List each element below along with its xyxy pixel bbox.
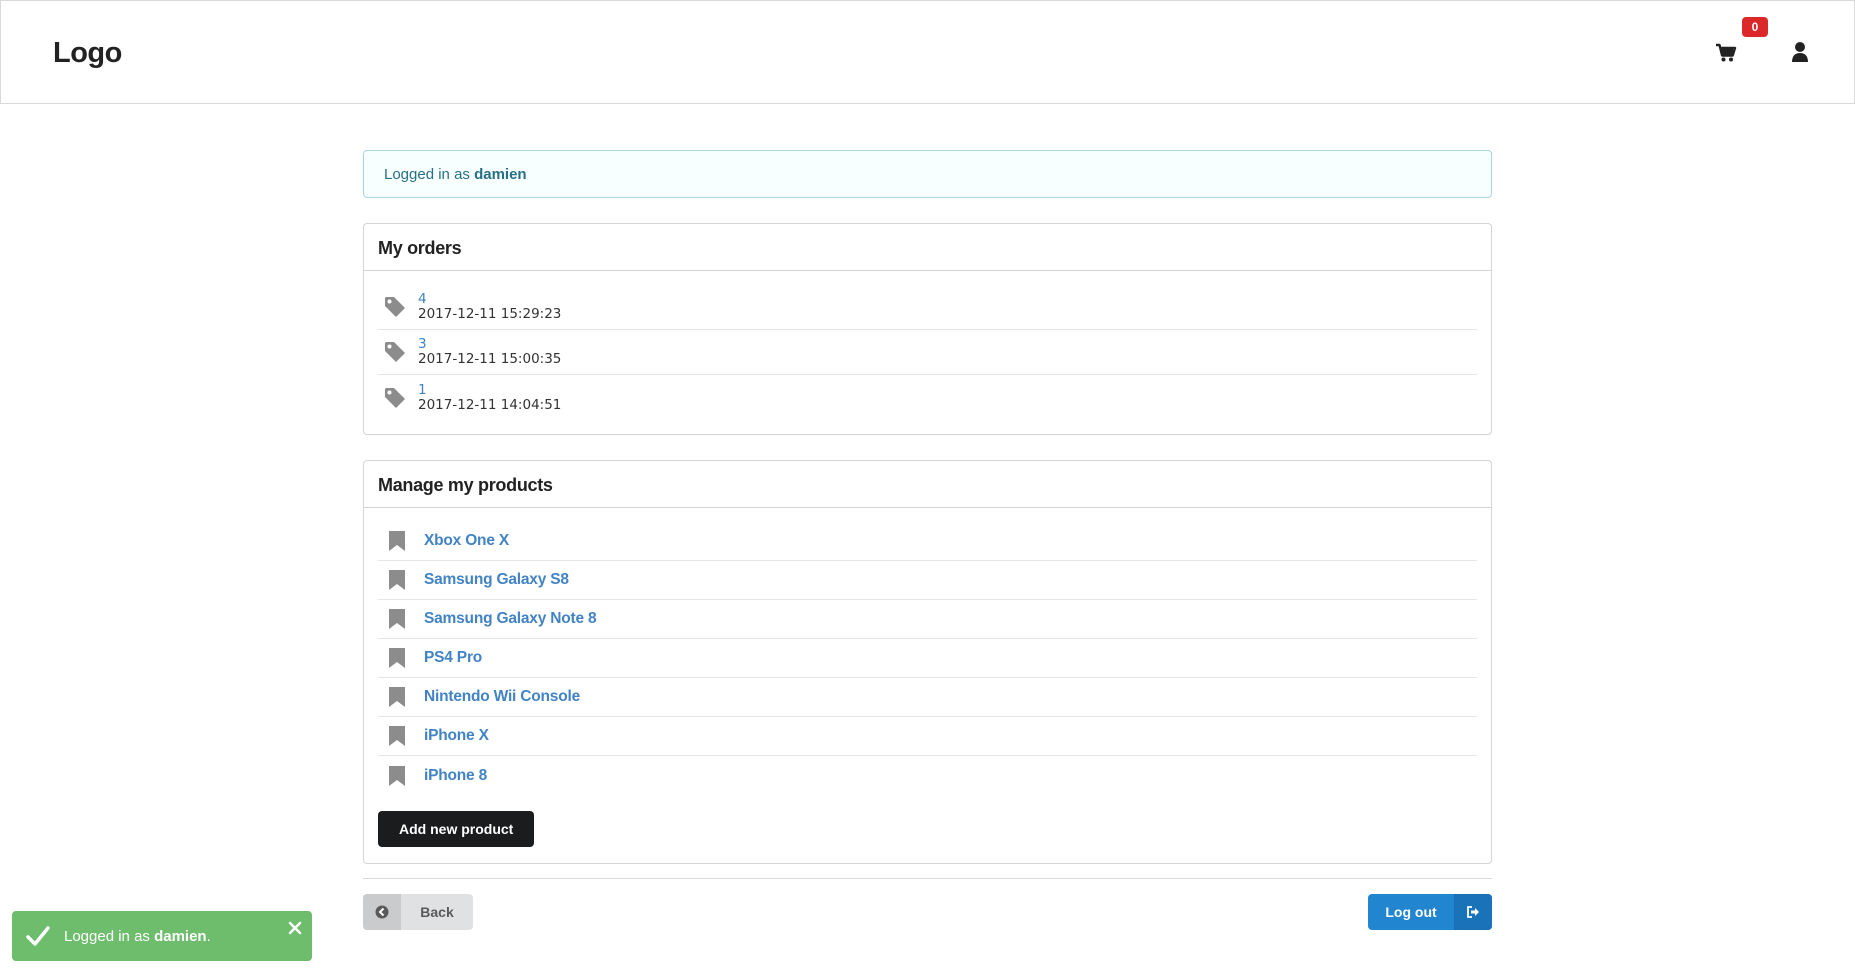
bookmark-icon [389, 765, 405, 786]
product-row: iPhone 8 [378, 756, 1477, 795]
add-product-button[interactable]: Add new product [378, 811, 535, 847]
back-button[interactable]: Back [363, 894, 473, 930]
products-card: Manage my products Xbox One X Samsung Ga… [363, 460, 1492, 864]
products-title: Manage my products [364, 461, 1491, 508]
order-link[interactable]: 4 [418, 292, 561, 307]
footer-actions: Back Log out [363, 894, 1492, 930]
logged-in-prefix: Logged in as [384, 166, 470, 183]
order-row: 3 2017-12-11 15:00:35 [378, 330, 1477, 375]
product-link[interactable]: PS4 Pro [424, 649, 482, 667]
product-link[interactable]: Samsung Galaxy Note 8 [424, 610, 597, 628]
product-link[interactable]: iPhone X [424, 727, 489, 745]
toast-message: Logged in as damien. [64, 928, 211, 945]
arrow-left-circle-icon [375, 905, 389, 919]
bookmark-icon [389, 648, 405, 668]
logout-button[interactable]: Log out [1368, 894, 1492, 930]
product-link[interactable]: Samsung Galaxy S8 [424, 571, 569, 589]
divider [363, 878, 1492, 879]
order-row: 1 2017-12-11 14:04:51 [378, 375, 1477, 420]
back-label: Back [420, 904, 454, 920]
product-row: iPhone X [378, 717, 1477, 756]
bookmark-icon [389, 531, 405, 551]
close-icon[interactable] [288, 921, 302, 935]
products-list: Xbox One X Samsung Galaxy S8 Samsung Gal… [364, 508, 1491, 863]
logged-in-message: Logged in as damien [363, 150, 1492, 198]
product-link[interactable]: Nintendo Wii Console [424, 688, 580, 706]
tag-icon [385, 342, 405, 362]
product-row: Nintendo Wii Console [378, 678, 1477, 717]
order-row: 4 2017-12-11 15:29:23 [378, 285, 1477, 330]
toast-username: damien [154, 927, 207, 945]
bookmark-icon [389, 726, 405, 746]
product-link[interactable]: iPhone 8 [424, 767, 487, 785]
bookmark-icon [389, 687, 405, 707]
sign-out-icon [1467, 906, 1479, 918]
success-toast: Logged in as damien. [12, 911, 312, 961]
top-navbar: Logo 0 [0, 0, 1855, 104]
logged-in-username: damien [474, 166, 527, 183]
user-icon[interactable] [1790, 41, 1810, 63]
order-date: 2017-12-11 14:04:51 [418, 396, 562, 413]
toast-prefix: Logged in as [64, 927, 150, 945]
order-date: 2017-12-11 15:00:35 [418, 351, 562, 367]
tag-icon [385, 297, 405, 317]
product-row: Samsung Galaxy S8 [378, 561, 1477, 600]
product-row: Samsung Galaxy Note 8 [378, 600, 1477, 639]
logout-label: Log out [1385, 904, 1437, 920]
cart-count-badge: 0 [1742, 17, 1768, 37]
toast-suffix: . [206, 927, 211, 945]
order-link[interactable]: 1 [418, 382, 561, 398]
cart-icon[interactable] [1715, 43, 1737, 63]
orders-list: 4 2017-12-11 15:29:23 3 2017-12-11 15:00… [364, 271, 1491, 434]
bookmark-icon [389, 570, 405, 590]
product-row: Xbox One X [378, 522, 1477, 561]
orders-card: My orders 4 2017-12-11 15:29:23 3 2017-1… [363, 223, 1492, 435]
bookmark-icon [389, 609, 405, 629]
product-row: PS4 Pro [378, 639, 1477, 678]
main-content: Logged in as damien My orders 4 2017-12-… [363, 150, 1492, 930]
order-date: 2017-12-11 15:29:23 [418, 306, 562, 322]
orders-title: My orders [364, 224, 1491, 271]
logo[interactable]: Logo [53, 37, 122, 70]
order-link[interactable]: 3 [418, 337, 561, 352]
product-link[interactable]: Xbox One X [424, 532, 509, 550]
checkmark-icon [26, 926, 50, 946]
tag-icon [385, 387, 405, 408]
